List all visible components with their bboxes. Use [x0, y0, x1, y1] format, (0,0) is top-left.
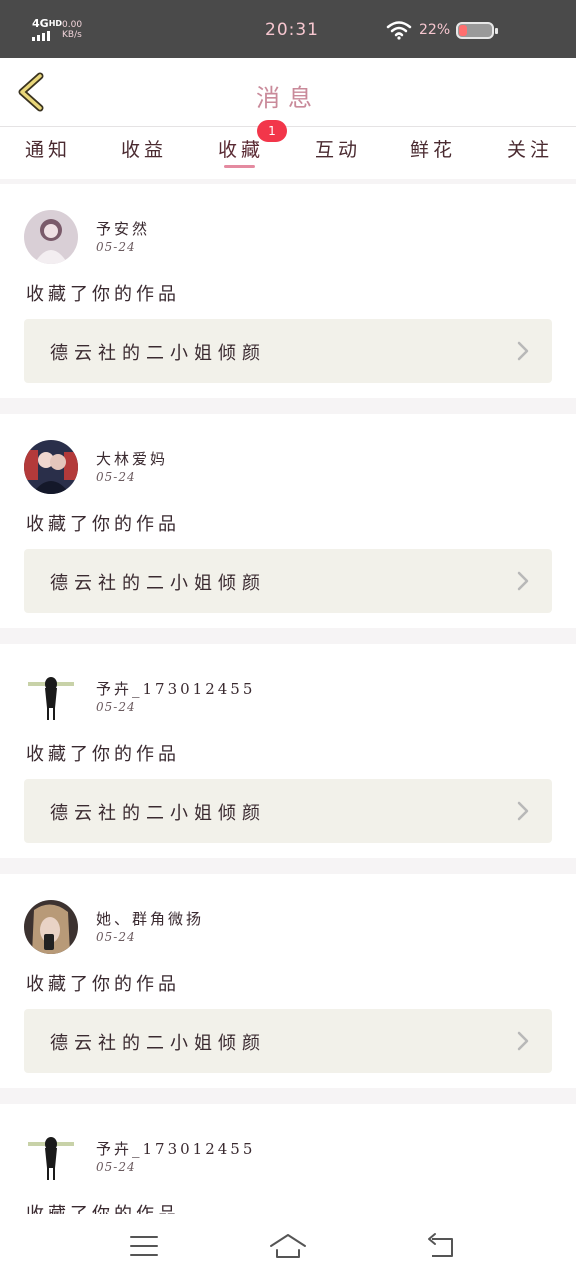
active-tab-indicator: [224, 165, 255, 168]
avatar[interactable]: [24, 440, 78, 494]
list-item[interactable]: 她、群角微扬 05-24 收藏了你的作品 德云社的二小姐倾颜: [0, 874, 576, 1088]
return-button[interactable]: [420, 1230, 460, 1262]
signal-icon: 4GHD: [32, 18, 62, 41]
chevron-right-icon: [517, 571, 529, 591]
speed-value: 0.00: [62, 20, 83, 30]
tab-earnings[interactable]: 收益: [104, 135, 184, 162]
speed-unit: KB/s: [62, 30, 82, 40]
menu-icon: [130, 1236, 158, 1256]
date: 05-24: [96, 1160, 136, 1174]
work-title: 德云社的二小姐倾颜: [50, 803, 266, 824]
list-item[interactable]: 予卉_173012455 05-24 收藏了你的作品: [0, 1104, 576, 1225]
list-item[interactable]: 大林爱妈 05-24 收藏了你的作品 德云社的二小姐倾颜: [0, 414, 576, 628]
work-title: 德云社的二小姐倾颜: [50, 1033, 266, 1054]
work-link[interactable]: 德云社的二小姐倾颜: [24, 779, 552, 843]
work-title: 德云社的二小姐倾颜: [50, 343, 266, 364]
username: 大林爱妈: [96, 450, 169, 468]
date: 05-24: [96, 240, 136, 254]
work-title: 德云社的二小姐倾颜: [50, 573, 266, 594]
date: 05-24: [96, 700, 136, 714]
battery-icon: [456, 22, 498, 39]
action-text: 收藏了你的作品: [26, 974, 180, 995]
battery-percent: 22%: [419, 22, 451, 38]
username: 予卉_173012455: [96, 680, 256, 698]
work-link[interactable]: 德云社的二小姐倾颜: [24, 1009, 552, 1073]
action-text: 收藏了你的作品: [26, 514, 180, 535]
home-button[interactable]: [268, 1230, 308, 1262]
username: 她、群角微扬: [96, 910, 205, 928]
avatar[interactable]: [24, 900, 78, 954]
username: 予安然: [96, 220, 151, 238]
status-bar: 4GHD 0.00 KB/s 20:31 22%: [0, 0, 576, 58]
unread-badge: 1: [257, 120, 287, 142]
wifi-icon: [386, 20, 412, 44]
home-icon: [270, 1234, 306, 1258]
tab-flowers[interactable]: 鲜花: [393, 135, 473, 162]
action-text: 收藏了你的作品: [26, 284, 180, 305]
clock: 20:31: [265, 20, 319, 40]
avatar[interactable]: [24, 210, 78, 264]
date: 05-24: [96, 930, 136, 944]
chevron-right-icon: [517, 341, 529, 361]
list-item[interactable]: 予安然 05-24 收藏了你的作品 德云社的二小姐倾颜: [0, 184, 576, 398]
network-suffix: HD: [48, 19, 63, 28]
return-icon: [428, 1233, 453, 1257]
tab-notifications[interactable]: 通知: [8, 135, 88, 162]
date: 05-24: [96, 470, 136, 484]
header: 消息: [0, 58, 576, 127]
network-speed: 0.00 KB/s: [62, 20, 82, 40]
system-nav-bar: [0, 1214, 576, 1280]
list-item[interactable]: 予卉_173012455 05-24 收藏了你的作品 德云社的二小姐倾颜: [0, 644, 576, 858]
avatar[interactable]: [24, 670, 78, 724]
network-type: 4G: [32, 17, 49, 30]
action-text: 收藏了你的作品: [26, 744, 180, 765]
menu-button[interactable]: [124, 1230, 164, 1262]
tab-interactions[interactable]: 互动: [298, 135, 378, 162]
page-title: 消息: [256, 84, 320, 112]
work-link[interactable]: 德云社的二小姐倾颜: [24, 549, 552, 613]
chevron-right-icon: [517, 801, 529, 821]
chevron-right-icon: [517, 1031, 529, 1051]
username: 予卉_173012455: [96, 1140, 256, 1158]
avatar[interactable]: [24, 1130, 78, 1184]
work-link[interactable]: 德云社的二小姐倾颜: [24, 319, 552, 383]
tab-follows[interactable]: 关注: [490, 135, 570, 162]
tab-bar: 通知 收益 收藏 互动 鲜花 关注: [0, 127, 576, 179]
